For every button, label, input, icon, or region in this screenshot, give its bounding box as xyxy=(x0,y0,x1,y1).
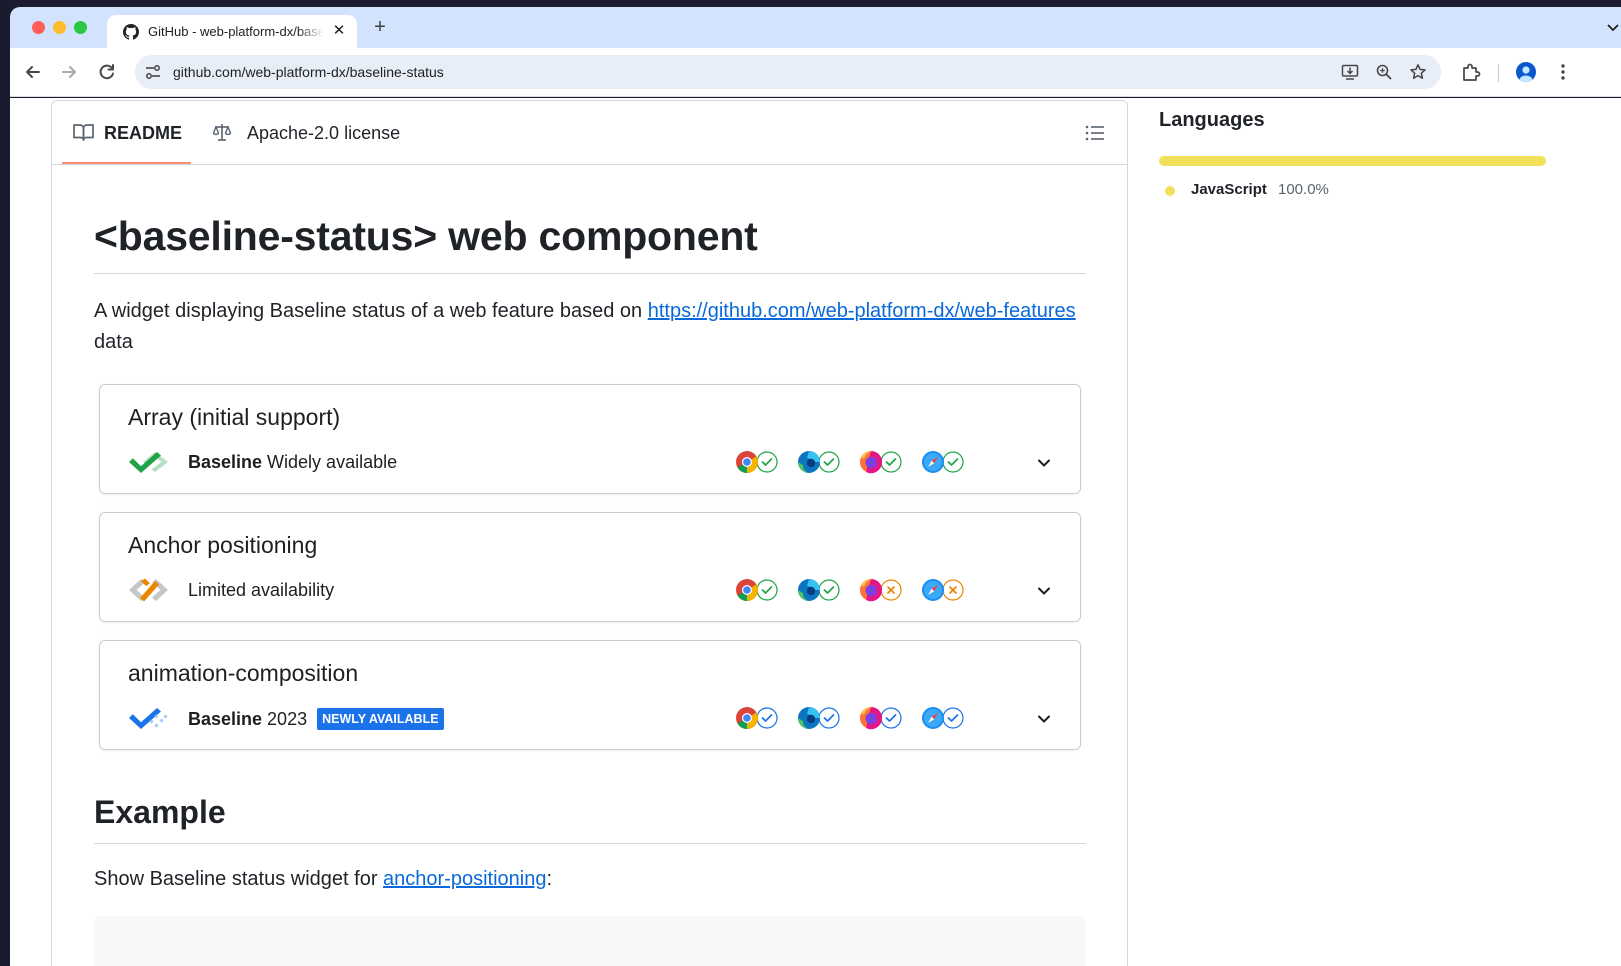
tab-strip: GitHub - web-platform-dx/baseline-status… xyxy=(10,7,1621,48)
readme-header: README Apache-2.0 license xyxy=(52,101,1127,165)
browser-toolbar: github.com/web-platform-dx/baseline-stat… xyxy=(10,48,1621,97)
chevron-down-icon[interactable] xyxy=(1035,582,1053,600)
scale-icon[interactable] xyxy=(212,122,232,142)
more-menu-icon[interactable] xyxy=(1552,61,1574,83)
toolbar-divider xyxy=(1498,64,1499,82)
status-label: Limited availability xyxy=(188,580,335,600)
firefox-support-icon xyxy=(860,451,902,474)
limited-availability-icon xyxy=(129,578,168,602)
status-label-bold: Baseline xyxy=(188,452,263,472)
baseline-status: Limited availability xyxy=(188,580,334,601)
book-icon xyxy=(73,124,94,141)
chrome-support-icon xyxy=(736,707,778,729)
zoom-icon[interactable] xyxy=(1375,63,1393,81)
firefox-support-icon xyxy=(860,707,902,730)
window-minimize-button[interactable] xyxy=(53,21,66,34)
baseline-newly-icon xyxy=(129,708,168,729)
tab-readme[interactable]: README xyxy=(62,101,191,164)
chevron-down-icon[interactable] xyxy=(1035,710,1053,728)
safari-support-icon xyxy=(922,707,964,729)
page-content: README Apache-2.0 license <baseline-stat… xyxy=(10,98,1621,966)
intro-suffix: data xyxy=(94,331,133,353)
readme-panel: README Apache-2.0 license <baseline-stat… xyxy=(51,100,1128,966)
status-label: Widely available xyxy=(262,452,398,472)
tab-title: GitHub - web-platform-dx/baseline-status xyxy=(148,24,324,39)
baseline-widget: Array (initial support) Baseline Widely … xyxy=(99,384,1081,494)
chrome-support-icon xyxy=(736,451,778,473)
status-label: 2023 xyxy=(262,709,308,729)
firefox-support-icon xyxy=(860,579,902,602)
reload-icon[interactable] xyxy=(96,61,118,83)
safari-support-icon xyxy=(922,451,964,473)
window-maximize-button[interactable] xyxy=(74,21,87,34)
intro-text: A widget displaying Baseline status of a… xyxy=(94,300,648,322)
outline-list-icon[interactable] xyxy=(1085,124,1105,142)
forward-arrow-icon[interactable] xyxy=(58,61,80,83)
back-arrow-icon[interactable] xyxy=(22,61,44,83)
address-bar[interactable]: github.com/web-platform-dx/baseline-stat… xyxy=(135,55,1441,89)
new-tab-button[interactable]: + xyxy=(368,16,392,40)
chevron-down-icon[interactable] xyxy=(1035,454,1053,472)
example-suffix: : xyxy=(546,868,553,890)
extensions-icon[interactable] xyxy=(1460,61,1482,83)
url-text[interactable]: github.com/web-platform-dx/baseline-stat… xyxy=(173,64,444,80)
language-percent: 100.0% xyxy=(1278,181,1329,198)
install-app-icon[interactable] xyxy=(1341,63,1359,81)
divider xyxy=(94,843,1086,844)
baseline-status: Baseline Widely available xyxy=(188,452,397,473)
web-features-link[interactable]: https://github.com/web-platform-dx/web-f… xyxy=(648,300,1076,322)
bookmark-star-icon[interactable] xyxy=(1409,63,1427,81)
profile-avatar-icon[interactable] xyxy=(1516,62,1536,82)
anchor-positioning-link[interactable]: anchor-positioning xyxy=(383,868,546,890)
edge-support-icon xyxy=(798,579,840,601)
baseline-widget: animation-composition Baseline 2023 NEWLY… xyxy=(99,640,1081,750)
edge-support-icon xyxy=(798,451,840,473)
example-paragraph: Show Baseline status widget for anchor-p… xyxy=(94,868,552,891)
status-label-bold: Baseline xyxy=(188,709,263,729)
feature-name: Array (initial support) xyxy=(128,404,341,430)
edge-support-icon xyxy=(798,707,840,729)
example-text: Show Baseline status widget for xyxy=(94,868,384,890)
tab-readme-label: README xyxy=(104,123,183,143)
window-close-button[interactable] xyxy=(32,21,45,34)
baseline-status: Baseline 2023 NEWLY AVAILABLE xyxy=(188,708,444,730)
newly-available-badge: NEWLY AVAILABLE xyxy=(317,708,444,730)
divider xyxy=(94,273,1086,274)
baseline-widget: Anchor positioning Limited availability xyxy=(99,512,1081,622)
tab-license[interactable]: Apache-2.0 license xyxy=(247,123,400,144)
chrome-support-icon xyxy=(736,579,778,601)
language-bar xyxy=(1159,156,1546,166)
baseline-widely-icon xyxy=(129,452,168,473)
feature-name: animation-composition xyxy=(128,660,359,686)
intro-paragraph: A widget displaying Baseline status of a… xyxy=(94,296,1094,358)
code-block xyxy=(94,916,1086,966)
browser-tab-active[interactable]: GitHub - web-platform-dx/baseline-status… xyxy=(107,15,357,48)
chevron-down-icon[interactable] xyxy=(1605,19,1621,35)
example-heading: Example xyxy=(94,794,226,830)
readme-title: <baseline-status> web component xyxy=(94,213,758,259)
github-icon xyxy=(123,24,139,40)
tab-close-button[interactable]: ✕ xyxy=(329,21,349,41)
safari-support-icon xyxy=(922,579,964,601)
language-name[interactable]: JavaScript xyxy=(1191,181,1267,198)
site-info-icon[interactable] xyxy=(145,64,161,80)
language-color-dot xyxy=(1165,186,1175,196)
feature-name: Anchor positioning xyxy=(128,532,318,558)
languages-heading: Languages xyxy=(1159,109,1265,131)
